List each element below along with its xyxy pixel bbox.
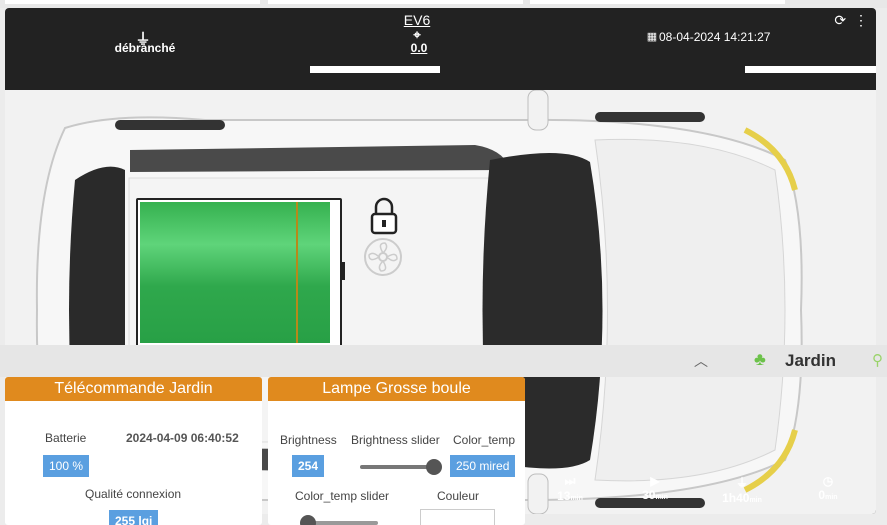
room-header: ︿ ♣ Jardin ⚲ — [0, 345, 887, 377]
charge-limit-marker — [296, 202, 298, 343]
vehicle-name[interactable]: EV6 — [397, 12, 437, 28]
room-name[interactable]: Jardin — [785, 351, 836, 371]
clock-icon: ◷ — [822, 474, 834, 488]
slider-thumb[interactable] — [300, 515, 316, 525]
brightness-slider-label: Brightness slider — [351, 433, 440, 447]
battery-gauge — [136, 198, 345, 347]
header-actions: ⟳ ⋮ — [834, 12, 868, 29]
plug-status: débranché — [114, 41, 176, 55]
timer-fast-forward[interactable]: ⏭ 13min — [545, 474, 595, 503]
battery-badge: 100 % — [43, 455, 90, 477]
timer-play[interactable]: ▶ 30min — [630, 474, 680, 502]
card-title: Télécommande Jardin — [5, 377, 262, 401]
charge-power[interactable]: 0.0 — [399, 41, 439, 55]
battery-terminal — [341, 262, 345, 280]
brightness-slider[interactable] — [360, 459, 443, 475]
slider-thumb[interactable] — [426, 459, 443, 475]
tree-icon: ♣ — [754, 349, 766, 369]
fan-icon[interactable] — [363, 237, 403, 277]
telecommande-card: Télécommande Jardin Batterie 2024-04-09 … — [5, 377, 262, 525]
battery-fill — [140, 202, 330, 343]
progress-bar-left — [310, 66, 440, 73]
battery-label: Batterie — [45, 431, 87, 445]
progress-bar-right — [745, 66, 876, 73]
quality-label: Qualité connexion — [85, 487, 182, 501]
card-title: Lampe Grosse boule — [268, 377, 525, 401]
brightness-label: Brightness — [280, 433, 337, 447]
datetime: 08-04-2024 14:21:27 — [659, 30, 771, 44]
color-temp-value: 250 mired — [450, 455, 516, 477]
last-seen: 2024-04-09 06:40:52 — [126, 431, 239, 445]
plug-icon: ⏚ — [735, 476, 748, 490]
top-strip — [0, 0, 887, 8]
color-picker[interactable] — [420, 509, 495, 525]
lampe-card: Lampe Grosse boule Brightness Brightness… — [268, 377, 525, 525]
play-icon: ▶ — [650, 474, 660, 488]
brightness-value: 254 — [292, 455, 325, 477]
color-temp-slider[interactable] — [300, 515, 378, 525]
chevron-up-icon[interactable]: ︿ — [694, 351, 708, 371]
timer-clock[interactable]: ◷ 0min — [803, 474, 853, 502]
color-temp-slider-label: Color_temp slider — [295, 489, 390, 503]
quality-badge: 255 lqi — [109, 510, 159, 525]
couleur-label: Couleur — [437, 489, 480, 503]
refresh-icon[interactable]: ⟳ — [834, 12, 846, 28]
color-temp-label: Color_temp — [453, 433, 516, 447]
calendar-icon: ▦ — [646, 31, 658, 43]
timer-plug[interactable]: ⏚ 1h40min — [717, 474, 767, 505]
more-vertical-icon[interactable]: ⋮ — [854, 12, 868, 28]
fast-forward-icon: ⏭ — [564, 474, 576, 488]
lock-icon[interactable] — [369, 196, 399, 236]
lightbulb-icon[interactable]: ⚲ — [872, 351, 883, 369]
